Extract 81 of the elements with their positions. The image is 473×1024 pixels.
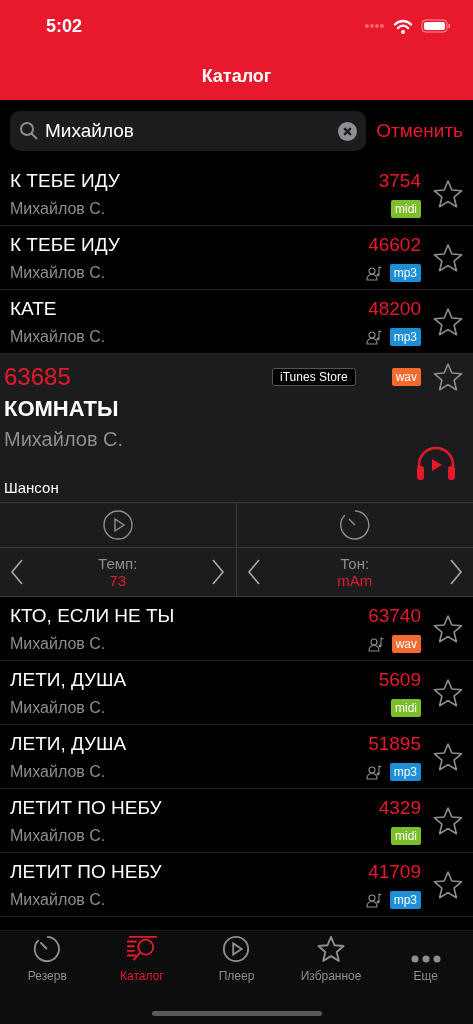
- artist-name: Михайлов С.: [4, 428, 125, 451]
- tab-item[interactable]: Каталог: [94, 935, 190, 983]
- tab-item[interactable]: Еще: [378, 935, 473, 983]
- star-icon[interactable]: [433, 242, 463, 273]
- tab-item[interactable]: Избранное: [283, 935, 379, 983]
- tab-item[interactable]: Плеер: [189, 935, 284, 983]
- singer-note-icon: [365, 328, 382, 345]
- key-up-button[interactable]: [449, 559, 463, 585]
- format-tag: mp3: [389, 263, 421, 282]
- song-title: К ТЕБЕ ИДУ: [10, 233, 120, 256]
- singer-note-icon: [365, 264, 382, 281]
- format-tag: mp3: [389, 762, 421, 781]
- headphones-play-icon[interactable]: [415, 444, 457, 482]
- artist-name: Михайлов С.: [10, 263, 106, 282]
- song-title: КАТЕ: [10, 297, 57, 320]
- format-tag: wav: [391, 634, 421, 653]
- song-title: ЛЕТИТ ПО НЕБУ: [10, 796, 162, 819]
- song-number: 4329: [378, 796, 421, 819]
- cancel-button[interactable]: Отменить: [376, 120, 463, 142]
- key-down-button[interactable]: [246, 559, 261, 585]
- singer-note-icon: [367, 635, 384, 652]
- format-tag: midi: [391, 199, 421, 218]
- artist-name: Михайлов С.: [10, 890, 106, 909]
- song-title: К ТЕБЕ ИДУ: [10, 169, 120, 192]
- store-label: iTunes Store: [272, 368, 356, 386]
- song-number: 51895: [368, 732, 421, 755]
- artist-name: Михайлов С.: [10, 634, 106, 653]
- singer-note-icon: [365, 763, 382, 780]
- artist-name: Михайлов С.: [10, 698, 106, 717]
- star-icon[interactable]: [433, 869, 463, 900]
- star-icon[interactable]: [433, 613, 463, 644]
- song-number: 63685: [4, 363, 72, 391]
- star-icon[interactable]: [433, 677, 463, 708]
- play-icon[interactable]: [102, 510, 133, 540]
- genre-label: Шансон: [4, 479, 60, 496]
- song-title: ЛЕТИ, ДУША: [10, 668, 127, 691]
- tempo-value: 73: [109, 572, 127, 589]
- more-icon: [410, 955, 441, 963]
- tempo-down-button[interactable]: [10, 559, 24, 585]
- star-icon[interactable]: [433, 306, 463, 337]
- star-icon[interactable]: [433, 178, 463, 209]
- nav-title: Каталог: [201, 65, 272, 87]
- song-title: КТО, ЕСЛИ НЕ ТЫ: [10, 604, 175, 627]
- song-number: 63740: [368, 604, 421, 627]
- song-number: 46602: [368, 233, 421, 256]
- play-icon: [221, 935, 252, 963]
- signal-icon: [365, 23, 385, 29]
- search-field[interactable]: Михайлов: [10, 111, 367, 151]
- star-icon[interactable]: [433, 741, 463, 772]
- star-icon[interactable]: [433, 805, 463, 836]
- search-icon: [19, 121, 39, 141]
- status-time: 5:02: [46, 15, 83, 37]
- stopwatch-icon[interactable]: [339, 510, 370, 540]
- song-title: КОМНАТЫ: [4, 396, 120, 422]
- artist-name: Михайлов С.: [10, 327, 106, 346]
- clear-icon[interactable]: [338, 122, 358, 141]
- format-tag: mp3: [389, 327, 421, 346]
- key-value: mAm: [337, 572, 373, 589]
- format-tag: wav: [391, 368, 421, 386]
- song-title: ЛЕТИ, ДУША: [10, 732, 127, 755]
- song-number: 48200: [368, 297, 421, 320]
- key-label: Тон:: [340, 555, 370, 572]
- artist-name: Михайлов С.: [10, 199, 106, 218]
- format-tag: midi: [391, 698, 421, 717]
- wifi-icon: [393, 18, 413, 34]
- song-number: 41709: [368, 860, 421, 883]
- singer-note-icon: [365, 891, 382, 908]
- artist-name: Михайлов С.: [10, 762, 106, 781]
- battery-icon: [421, 19, 451, 33]
- star-icon: [316, 935, 347, 963]
- format-tag: midi: [391, 826, 421, 845]
- song-number: 3754: [378, 169, 421, 192]
- artist-name: Михайлов С.: [10, 826, 106, 845]
- format-tag: mp3: [389, 890, 421, 909]
- stopwatch-icon: [32, 935, 63, 963]
- star-icon[interactable]: [433, 362, 463, 392]
- tempo-up-button[interactable]: [211, 559, 226, 585]
- song-number: 5609: [378, 668, 421, 691]
- tempo-label: Темп:: [98, 555, 138, 572]
- tab-item[interactable]: Резерв: [0, 935, 95, 983]
- song-title: ЛЕТИТ ПО НЕБУ: [10, 860, 162, 883]
